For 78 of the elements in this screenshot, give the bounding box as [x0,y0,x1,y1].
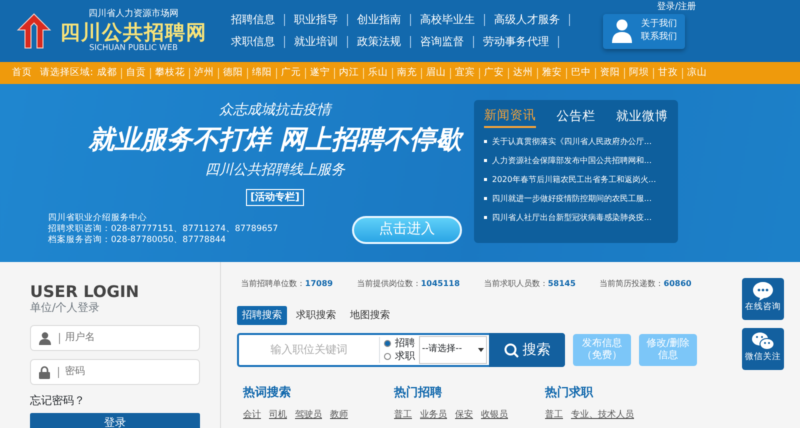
keyword-link[interactable]: 业务员 [420,409,447,422]
house-logo-icon [16,12,52,50]
contact-info-text: 招聘求职咨询：028-87777151、87711274、87789657 [48,224,278,234]
news-tab[interactable]: 就业微博 [616,106,668,128]
news-tab[interactable]: 新闻资讯 [484,106,536,128]
logo-title[interactable]: 四川公共招聘网 [60,22,207,42]
stat-text: 当前求职人员数：58145 [484,278,576,290]
bullet-icon [484,140,487,143]
login-register-link[interactable]: 登录/注册 [656,1,696,14]
news-item[interactable]: 四川省人社厅出台新型冠状病毒感染肺炎疫... [492,208,652,227]
nav-link[interactable]: 创业指南 [357,9,401,31]
nav-link[interactable]: 高级人才服务 [494,9,560,31]
side-button[interactable]: 在线咨询 [742,278,784,320]
contact-box[interactable]: 关于我们 联系我们 [603,14,685,48]
section-heading: 热门求职 [545,384,594,401]
keyword-link[interactable]: 保安 [455,409,473,422]
stat-text: 当前提供岗位数：1045118 [356,278,460,290]
login-title: USER LOGIN [30,284,140,300]
nav-link[interactable]: 政策法规 [357,31,401,53]
logo-english: SICHUAN PUBLIC WEB [89,42,178,54]
search-tab[interactable]: 地图搜索 [345,306,395,325]
keyword-link[interactable]: 专业、技术人员 [571,409,634,422]
section-heading: 热门招聘 [394,384,443,401]
keyword-link[interactable]: 普工 [394,409,412,422]
news-item[interactable]: 关于认真贯彻落实《四川省人民政府办公厅... [492,132,652,151]
search-tab[interactable]: 招聘搜索 [237,306,287,325]
nav-link[interactable]: 招聘信息 [231,9,275,31]
lock-icon [39,366,50,378]
stat-text: 当前招聘单位数：17089 [241,278,333,290]
news-tab[interactable]: 公告栏 [556,106,596,128]
search-tab[interactable]: 求职搜索 [291,306,341,325]
news-item[interactable]: 四川就进一步做好疫情防控期间的农民工服... [492,188,652,208]
side-button[interactable]: 微信关注 [742,328,784,370]
chat-bubbles-icon [751,331,775,351]
radio-option[interactable]: 招聘 [384,337,415,350]
caret-icon [478,348,484,352]
forgot-password-link[interactable]: 忘记密码？ [30,392,200,409]
contact-info-text: 四川省职业介绍服务中心 [48,213,148,224]
nav-link[interactable]: 高校毕业生 [420,9,475,31]
bullet-icon [484,216,487,219]
banner-subline: 四川公共招聘线上服务 [205,161,345,180]
keyword-link[interactable]: 收银员 [481,409,508,422]
nav-link[interactable]: 就业培训 [294,31,338,53]
bullet-icon [484,196,487,200]
search-icon [504,342,518,358]
nav-link[interactable]: 职业指导 [294,9,338,31]
contact-link[interactable]: 关于我们 [641,18,677,31]
keyword-link[interactable]: 教师 [330,409,348,422]
stat-text: 当前简历投递数：60860 [600,278,692,290]
banner-headline: 就业服务不打烊 网上招聘不停歇 [88,124,462,157]
nav-link[interactable]: 咨询监督 [420,31,464,53]
nav-link[interactable]: 求职信息 [231,31,275,53]
section-heading: 热词搜索 [243,384,292,401]
activity-tag[interactable]: [活动专栏] [246,189,304,206]
login-subtitle: 单位/个人登录 [30,300,101,316]
user-icon [39,332,51,344]
logo-subtitle: 四川省人力资源市场网 [88,8,178,22]
keyword-link[interactable]: 普工 [545,409,563,422]
keyword-link[interactable]: 司机 [269,409,287,422]
search-button[interactable]: 搜索 [489,333,565,367]
password-field[interactable]: 密码 [30,358,200,384]
bullet-icon [484,178,487,181]
contact-link[interactable]: 联系我们 [641,31,677,44]
news-item[interactable]: 人力资源社会保障部发布中国公共招聘网和... [492,150,652,170]
keyword-link[interactable]: 驾驶员 [295,409,322,422]
keyword-link[interactable]: 会计 [243,409,261,422]
nav-link[interactable]: 劳动事务代理 [483,31,549,53]
person-icon [611,19,633,43]
region-label: 请选择区域: [40,66,94,80]
contact-info-text: 档案服务咨询：028-87780050、87778844 [48,235,227,246]
login-button[interactable]: 登录 [30,413,200,428]
category-select[interactable]: --请选择-- [419,336,487,364]
radio-option[interactable]: 求职 [384,350,415,363]
chat-bubble-icon [752,281,774,301]
bullet-icon [484,158,487,162]
news-item[interactable]: 2020年春节后川籍农民工出省务工和返岗火... [492,170,656,189]
username-field[interactable]: 用户名 [30,324,200,350]
banner-slogan: 众志成城抗击疫情 [219,101,331,120]
